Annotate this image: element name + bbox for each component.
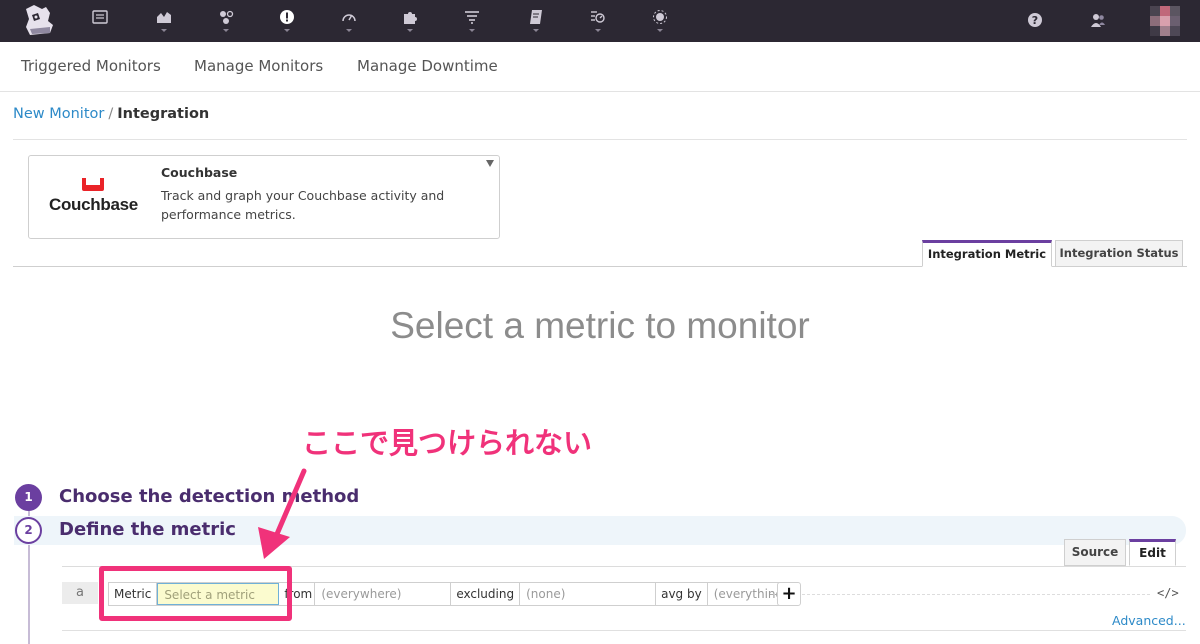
couchbase-bucket-icon <box>82 178 104 191</box>
excluding-input[interactable]: (none) <box>520 583 657 605</box>
annotation-highlight-box <box>99 566 292 621</box>
security-icon[interactable] <box>650 9 670 37</box>
code-toggle-icon[interactable]: </> <box>1157 586 1179 600</box>
help-icon[interactable]: ? <box>1027 12 1043 28</box>
subnav-triggered-monitors[interactable]: Triggered Monitors <box>21 57 161 75</box>
integration-selector[interactable]: Couchbase Couchbase Track and graph your… <box>28 155 500 239</box>
apm-gauge-icon[interactable] <box>339 9 359 37</box>
step-2-title: Define the metric <box>59 519 236 540</box>
couchbase-logo-text: Couchbase <box>49 195 138 214</box>
dropdown-caret-icon[interactable] <box>486 160 494 167</box>
step-2-number: 2 <box>15 517 42 544</box>
step-1-number: 1 <box>15 484 42 511</box>
avatar[interactable] <box>1150 6 1180 36</box>
add-function-button[interactable]: + <box>777 582 801 606</box>
breadcrumb-current: Integration <box>117 106 210 122</box>
integration-name: Couchbase <box>161 165 238 180</box>
logs-filter-icon[interactable] <box>462 9 482 37</box>
couchbase-logo: Couchbase <box>49 178 138 215</box>
breadcrumb-separator: / <box>108 106 114 122</box>
monitors-subnav: Triggered Monitors Manage Monitors Manag… <box>0 42 1200 92</box>
excluding-label: excluding <box>451 583 521 605</box>
synthetics-icon[interactable] <box>588 9 608 37</box>
svg-text:?: ? <box>1032 14 1038 27</box>
divider <box>62 630 1186 631</box>
tab-source[interactable]: Source <box>1064 539 1126 566</box>
integrations-puzzle-icon[interactable] <box>400 9 420 37</box>
query-letter: a <box>62 582 98 604</box>
advanced-link[interactable]: Advanced... <box>1112 613 1186 628</box>
monitors-alert-icon[interactable] <box>277 9 297 37</box>
subnav-manage-monitors[interactable]: Manage Monitors <box>194 57 323 75</box>
divider <box>13 139 1187 140</box>
top-navigation-bar: ? <box>0 0 1200 42</box>
tab-integration-status[interactable]: Integration Status <box>1055 240 1183 267</box>
infrastructure-icon[interactable] <box>216 9 236 37</box>
avg-by-label: avg by <box>656 583 708 605</box>
breadcrumb: New Monitor / Integration <box>13 106 209 122</box>
subnav-manage-downtime[interactable]: Manage Downtime <box>357 57 498 75</box>
step-1-title: Choose the detection method <box>59 486 360 507</box>
annotation-text: ここで見つけられない <box>302 426 593 460</box>
list-icon[interactable] <box>90 9 110 37</box>
datadog-logo-icon[interactable] <box>20 3 60 37</box>
tab-integration-metric[interactable]: Integration Metric <box>922 240 1052 267</box>
dashboard-chart-icon[interactable] <box>154 9 174 37</box>
notebook-icon[interactable] <box>526 9 546 37</box>
team-icon[interactable] <box>1090 12 1106 28</box>
from-input[interactable]: (everywhere) <box>315 583 452 605</box>
annotation-arrow-icon <box>258 468 307 559</box>
integration-description: Track and graph your Couchbase activity … <box>161 188 445 222</box>
connector-dash <box>802 594 1150 595</box>
page-heading: Select a metric to monitor <box>390 305 810 346</box>
tab-edit[interactable]: Edit <box>1129 539 1176 566</box>
breadcrumb-new-monitor[interactable]: New Monitor <box>13 106 104 122</box>
